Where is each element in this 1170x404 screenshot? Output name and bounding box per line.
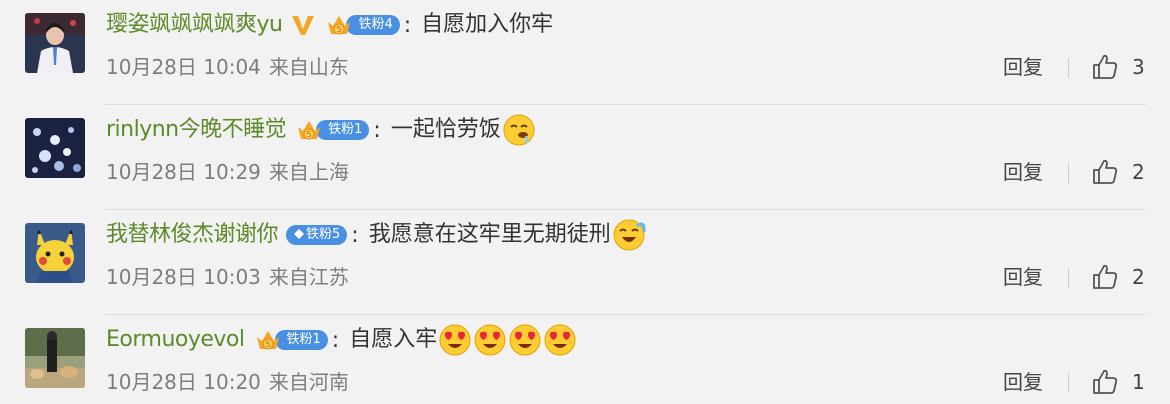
comment-location: 来自上海: [268, 160, 349, 184]
reply-button[interactable]: 回复: [1003, 50, 1043, 84]
separator: [1068, 58, 1069, 78]
avatar-image: [25, 328, 85, 388]
comment-text: 自愿入牢: [349, 327, 438, 352]
crying-laughing-emoji: [613, 219, 646, 251]
like-count: 3: [1132, 55, 1145, 79]
separator: [1068, 268, 1069, 288]
avatar[interactable]: [25, 13, 85, 73]
avatar-image: [25, 13, 85, 73]
svg-text:5: 5: [337, 25, 342, 34]
avatar[interactable]: [25, 118, 85, 178]
avatar-image: [25, 118, 85, 178]
separator: [1068, 373, 1069, 393]
fan-crown-icon: 5: [328, 16, 351, 35]
username-link[interactable]: Eormuoyevol: [106, 323, 245, 357]
comment-date: 10月28日 10:20: [106, 370, 261, 394]
fan-crown-icon: 5: [256, 331, 279, 350]
separator: [1068, 163, 1069, 183]
username-link[interactable]: 我替林俊杰谢谢你: [106, 218, 279, 252]
thumbs-up-icon: [1093, 54, 1118, 79]
svg-text:5: 5: [307, 130, 312, 139]
like-button[interactable]: 3: [1090, 50, 1145, 84]
avatar-image: [25, 223, 85, 283]
comment-meta: 10月28日 10:03 来自江苏: [106, 260, 349, 294]
comment-date: 10月28日 10:03: [106, 265, 261, 289]
thumbs-up-icon: [1093, 159, 1118, 184]
comment-meta: 10月28日 10:04 来自山东: [106, 50, 349, 84]
comment-meta: 10月28日 10:29 来自上海: [106, 155, 349, 189]
reply-button[interactable]: 回复: [1003, 155, 1043, 189]
comment-header: 璎姿飒飒飒飒爽yu 5 铁粉4 : 自愿加入你牢: [106, 8, 553, 42]
comment-text: 自愿加入你牢: [421, 12, 554, 37]
comment-text: 一起恰劳饭: [390, 117, 501, 142]
fan-badge-label-wrap: 铁粉5: [286, 225, 348, 245]
username-link[interactable]: 璎姿飒飒飒飒爽yu: [106, 8, 283, 42]
fan-badge[interactable]: 5 铁粉1: [253, 328, 328, 352]
like-count: 2: [1132, 160, 1145, 184]
comment-header: rinlynn今晚不睡觉 5 铁粉1 : 一起恰劳饭: [106, 113, 536, 147]
heart-eyes-emoji: [439, 324, 471, 356]
comment-location: 来自河南: [268, 370, 349, 394]
comment-item: Eormuoyevol 5 铁粉1 : 自愿入牢 10月28日 10:20 来自…: [0, 315, 1170, 404]
like-button[interactable]: 1: [1090, 365, 1145, 399]
reply-button[interactable]: 回复: [1003, 365, 1043, 399]
comment-date: 10月28日 10:29: [106, 160, 261, 184]
fan-badge[interactable]: 5 铁粉1: [294, 118, 370, 142]
colon: :: [351, 222, 359, 248]
fan-badge-label: 铁粉5: [306, 227, 341, 242]
fan-badge[interactable]: 5 铁粉4: [324, 13, 400, 37]
comment-list: 璎姿飒飒飒飒爽yu 5 铁粉4 : 自愿加入你牢 10月28日 10:04 来自…: [0, 0, 1170, 404]
svg-text:5: 5: [265, 340, 270, 349]
avatar[interactable]: [25, 223, 85, 283]
like-count: 2: [1132, 265, 1145, 289]
thumbs-up-icon: [1093, 264, 1118, 289]
comment-meta: 10月28日 10:20 来自河南: [106, 365, 349, 399]
comment-location: 来自江苏: [268, 265, 349, 289]
heart-eyes-emoji: [474, 324, 506, 356]
heart-eyes-emoji: [509, 324, 541, 356]
diamond-icon: [294, 229, 305, 239]
fan-crown-icon: 5: [298, 121, 321, 140]
comment-header: Eormuoyevol 5 铁粉1 : 自愿入牢: [106, 323, 577, 357]
like-button[interactable]: 2: [1090, 155, 1145, 189]
heart-eyes-emoji: [544, 324, 576, 356]
comment-date: 10月28日 10:04: [106, 55, 261, 79]
like-button[interactable]: 2: [1090, 260, 1145, 294]
comment-header: 我替林俊杰谢谢你 铁粉5 : 我愿意在这牢里无期徒刑: [106, 218, 646, 252]
drooling-face-emoji: [503, 114, 535, 146]
fan-badge[interactable]: 铁粉5: [286, 223, 348, 247]
comment-item: 璎姿飒飒飒飒爽yu 5 铁粉4 : 自愿加入你牢 10月28日 10:04 来自…: [0, 0, 1170, 105]
reply-button[interactable]: 回复: [1003, 260, 1043, 294]
username-link[interactable]: rinlynn今晚不睡觉: [106, 113, 287, 147]
colon: :: [331, 327, 340, 353]
colon: :: [403, 12, 412, 38]
comment-item: rinlynn今晚不睡觉 5 铁粉1 : 一起恰劳饭 10月28日 10:29: [0, 105, 1170, 210]
thumbs-up-icon: [1093, 369, 1118, 394]
avatar[interactable]: [25, 328, 85, 388]
like-count: 1: [1132, 370, 1145, 394]
comment-text: 我愿意在这牢里无期徒刑: [368, 222, 611, 247]
verified-v-icon: [292, 16, 315, 35]
colon: :: [373, 117, 381, 143]
comment-item: 我替林俊杰谢谢你 铁粉5 : 我愿意在这牢里无期徒刑 10月28日 10:03 …: [0, 210, 1170, 315]
comment-location: 来自山东: [268, 55, 349, 79]
